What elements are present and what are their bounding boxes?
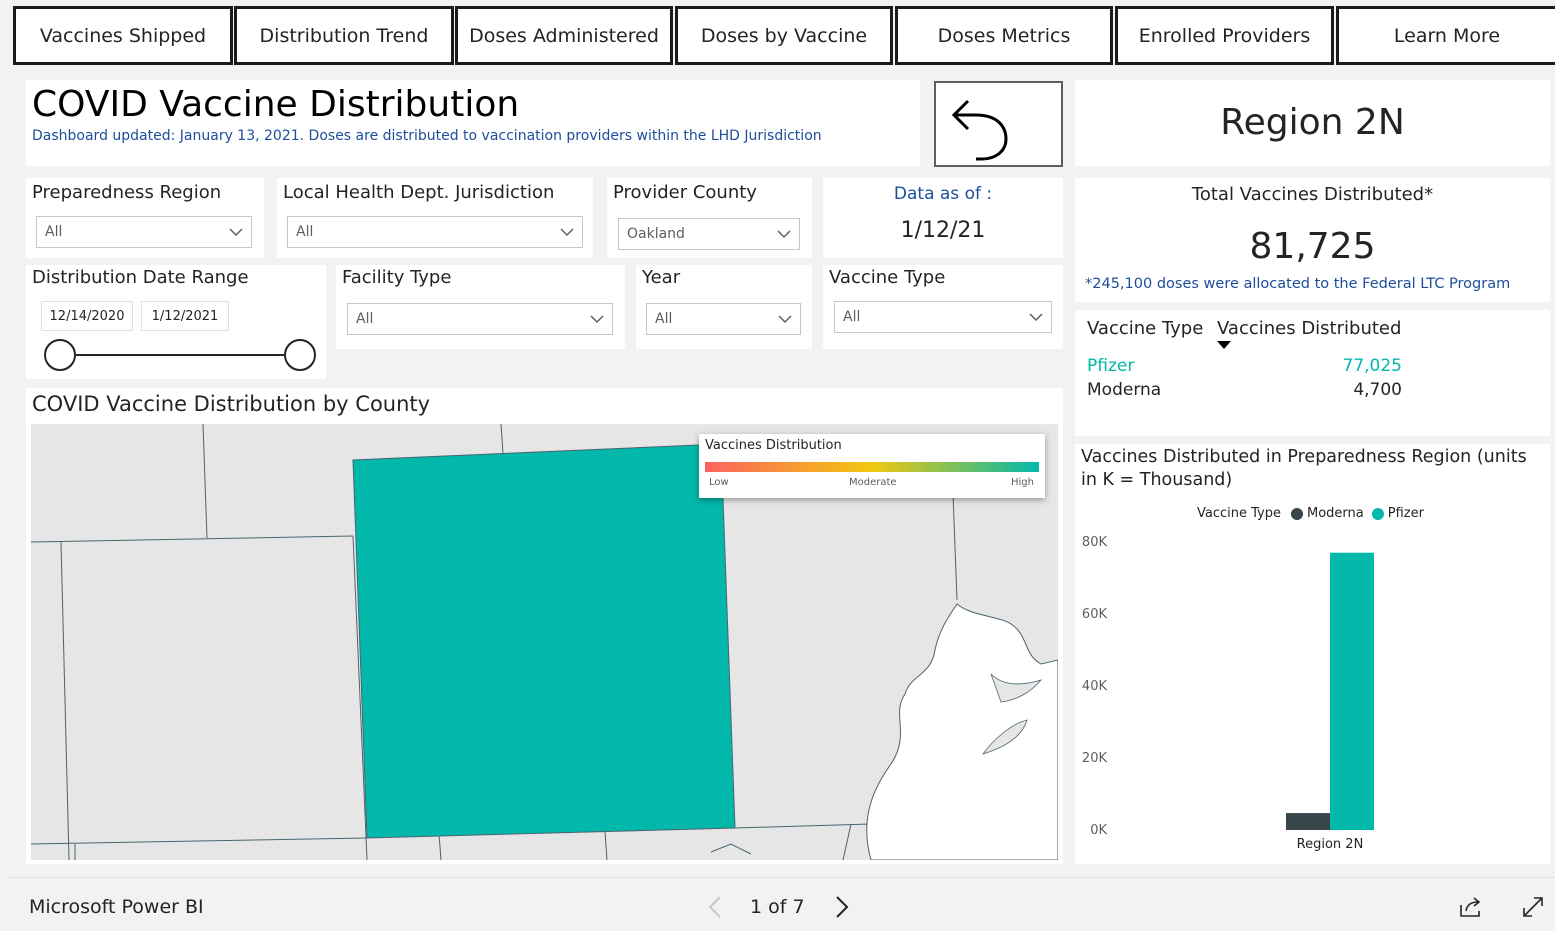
y-tick-label: 80K: [1082, 535, 1108, 550]
share-icon[interactable]: [1458, 895, 1484, 919]
legend-dot-moderna: [1291, 507, 1303, 520]
total-vaccines-card: Total Vaccines Distributed* 81,725 *245,…: [1075, 178, 1550, 302]
map-legend: Vaccines Distribution Low Moderate High: [699, 434, 1045, 498]
tab-learn-more[interactable]: Learn More: [1336, 6, 1555, 65]
vaccine-table: Vaccine Type Vaccines Distributed Pfizer…: [1075, 310, 1550, 436]
footer-bar: Microsoft Power BI 1 of 7: [8, 877, 1555, 931]
slicer-title: Facility Type: [342, 267, 452, 288]
legend-title: Vaccines Distribution: [705, 438, 842, 453]
tab-distribution-trend[interactable]: Distribution Trend: [234, 6, 454, 65]
region-bar-chart-card: Vaccines Distributed in Preparedness Reg…: [1075, 444, 1550, 864]
y-tick-label: 40K: [1082, 679, 1108, 694]
dropdown-value: Oakland: [627, 226, 685, 242]
slider-end-handle: [284, 339, 316, 371]
preparedness-region-dropdown[interactable]: All: [36, 216, 252, 248]
slicer-title: Distribution Date Range: [32, 267, 249, 288]
provider-county-slicer: Provider County Oakland: [607, 178, 812, 258]
dropdown-value: All: [356, 311, 374, 327]
next-page-icon[interactable]: [833, 895, 851, 919]
lhd-jurisdiction-dropdown[interactable]: All: [287, 216, 583, 248]
vaccine-type-slicer: Vaccine Type All: [823, 265, 1063, 349]
facility-type-slicer: Facility Type All: [336, 265, 625, 349]
dropdown-value: All: [296, 224, 314, 240]
oakland-county-shape: [352, 443, 736, 839]
chevron-down-icon: [590, 315, 604, 324]
region-label: Region 2N: [1220, 102, 1405, 143]
legend-low: Low: [709, 477, 729, 488]
bar-pfizer[interactable]: [1330, 552, 1374, 830]
bar-chart: 0K 20K 40K 60K 80K Region 2N: [1082, 535, 1374, 852]
date-range-slicer: Distribution Date Range 12/14/2020 1/12/…: [26, 265, 326, 379]
tab-vaccines-shipped[interactable]: Vaccines Shipped: [13, 6, 233, 65]
provider-county-dropdown[interactable]: Oakland: [618, 218, 800, 250]
preparedness-region-slicer: Preparedness Region All: [26, 178, 264, 258]
page-subtitle: Dashboard updated: January 13, 2021. Dos…: [32, 128, 822, 144]
tab-doses-by-vaccine[interactable]: Doses by Vaccine: [675, 6, 893, 65]
year-dropdown[interactable]: All: [646, 303, 801, 335]
table-row-pfizer-type: Pfizer: [1087, 356, 1135, 376]
slicer-title: Preparedness Region: [32, 182, 222, 203]
chevron-down-icon: [1029, 313, 1043, 322]
tab-doses-administered[interactable]: Doses Administered: [455, 6, 673, 65]
legend-high: High: [1011, 477, 1034, 488]
slider-start-handle: [44, 339, 76, 371]
y-tick-label: 60K: [1082, 607, 1108, 622]
slicer-title: Year: [642, 267, 681, 288]
back-arrow-icon: [951, 99, 1008, 161]
chart-legend: Vaccine Type Moderna Pfizer: [1197, 506, 1424, 521]
back-button[interactable]: [934, 81, 1063, 167]
x-category-label: Region 2N: [1297, 837, 1364, 852]
total-footnote: *245,100 doses were allocated to the Fed…: [1085, 276, 1511, 292]
slicer-title: Local Health Dept. Jurisdiction: [283, 182, 555, 203]
y-tick-label: 0K: [1090, 823, 1107, 838]
data-as-of-card: Data as of : 1/12/21: [823, 178, 1063, 258]
page-title: COVID Vaccine Distribution: [32, 84, 520, 125]
tab-doses-metrics[interactable]: Doses Metrics: [895, 6, 1113, 65]
bar-moderna[interactable]: [1286, 813, 1330, 830]
legend-moderate: Moderate: [849, 477, 897, 488]
map-title: COVID Vaccine Distribution by County: [32, 392, 431, 416]
brand-label: Microsoft Power BI: [29, 896, 204, 918]
dropdown-value: All: [655, 311, 673, 327]
table-row-moderna-type: Moderna: [1087, 380, 1162, 400]
page-indicator: 1 of 7: [750, 896, 805, 918]
table-row-pfizer-value: 77,025: [1342, 356, 1402, 376]
date-range-slider[interactable]: [40, 337, 320, 373]
slicer-title: Provider County: [613, 182, 757, 203]
previous-page-icon[interactable]: [706, 895, 724, 919]
sort-descending-icon: [1217, 341, 1231, 349]
fullscreen-icon[interactable]: [1520, 894, 1546, 920]
region-card: Region 2N: [1075, 80, 1550, 166]
chevron-down-icon: [777, 230, 791, 239]
lhd-jurisdiction-slicer: Local Health Dept. Jurisdiction All: [277, 178, 593, 258]
chevron-down-icon: [229, 228, 243, 237]
chevron-down-icon: [778, 315, 792, 324]
legend-gradient: [705, 462, 1039, 472]
chevron-down-icon: [560, 228, 574, 237]
data-as-of-label: Data as of :: [893, 184, 993, 204]
table-header-type[interactable]: Vaccine Type: [1087, 318, 1203, 339]
y-tick-label: 20K: [1082, 751, 1108, 766]
legend-pfizer: Pfizer: [1387, 506, 1424, 521]
total-title: Total Vaccines Distributed*: [1191, 184, 1434, 205]
legend-moderna: Moderna: [1307, 506, 1364, 521]
dropdown-value: All: [45, 224, 63, 240]
start-date-input[interactable]: 12/14/2020: [41, 301, 133, 331]
county-map-card: COVID Vaccine Distribution by County Vac…: [26, 388, 1063, 864]
slicer-title: Vaccine Type: [829, 267, 946, 288]
vaccine-type-dropdown[interactable]: All: [834, 301, 1052, 333]
end-date-input[interactable]: 1/12/2021: [141, 301, 229, 331]
data-as-of-value: 1/12/21: [900, 218, 986, 243]
facility-type-dropdown[interactable]: All: [347, 303, 613, 335]
header-card: COVID Vaccine Distribution Dashboard upd…: [26, 80, 920, 166]
table-header-distributed[interactable]: Vaccines Distributed: [1217, 318, 1401, 339]
total-value: 81,725: [1249, 226, 1376, 267]
chart-title: Vaccines Distributed in Preparedness Reg…: [1081, 447, 1527, 490]
legend-title: Vaccine Type: [1197, 506, 1281, 521]
dropdown-value: All: [843, 309, 861, 325]
table-row-moderna-value: 4,700: [1353, 380, 1402, 400]
tab-enrolled-providers[interactable]: Enrolled Providers: [1115, 6, 1334, 65]
year-slicer: Year All: [636, 265, 812, 349]
legend-dot-pfizer: [1371, 507, 1384, 520]
